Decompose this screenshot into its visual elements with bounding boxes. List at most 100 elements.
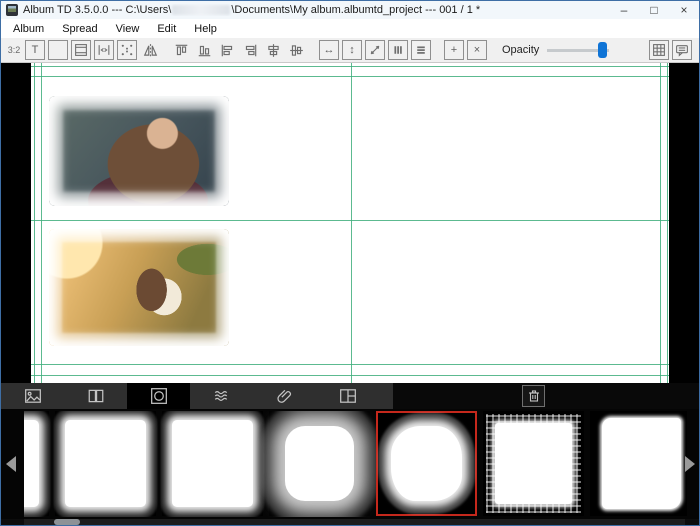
menu-edit[interactable]: Edit	[148, 21, 185, 37]
photo-blonde-smiling[interactable]	[236, 91, 641, 346]
fit-height-button[interactable]: ↕	[342, 40, 362, 60]
add-item-button[interactable]: +	[444, 40, 464, 60]
photo-portrait-brunette[interactable]	[49, 96, 229, 206]
vertical-bars-icon	[391, 43, 405, 57]
tab-spreads[interactable]	[64, 383, 127, 409]
menu-view[interactable]: View	[107, 21, 149, 37]
aspect-ratio-button[interactable]: 3:2	[5, 45, 23, 55]
guide-horizontal-top-outer	[31, 66, 669, 67]
mask-thumbnail-6[interactable]	[483, 411, 584, 516]
horizontal-bars-icon	[414, 43, 428, 57]
app-icon	[6, 4, 18, 16]
fit-width-button[interactable]: ↔	[319, 40, 339, 60]
comment-icon	[675, 43, 689, 57]
menu-spread[interactable]: Spread	[53, 21, 106, 37]
comments-button[interactable]	[672, 40, 692, 60]
cross-icon: ×	[474, 44, 480, 56]
resize-diagonal-icon	[368, 43, 382, 57]
strip-scrollbar-thumb[interactable]	[54, 519, 80, 525]
title-bar[interactable]: Album TD 3.5.0.0 --- C:\Users\ \Documents…	[1, 1, 699, 19]
grid-view-button[interactable]	[649, 40, 669, 60]
remove-item-button[interactable]: ×	[467, 40, 487, 60]
fit-height-glyph: ↕	[349, 44, 355, 56]
delete-mask-button[interactable]	[522, 385, 545, 407]
empty-frame-button[interactable]	[48, 40, 68, 60]
mask-thumbnail-5-selected[interactable]	[376, 411, 477, 516]
window-title: Album TD 3.5.0.0 --- C:\Users\ \Documents…	[23, 4, 609, 16]
fit-width-glyph: ↔	[324, 44, 335, 56]
flip-horizontal-button[interactable]	[140, 40, 160, 60]
opacity-slider-thumb[interactable]	[598, 42, 607, 58]
align-left-button[interactable]	[217, 40, 237, 60]
scroll-right-arrow[interactable]	[685, 456, 695, 472]
mask-thumbnail-1[interactable]	[24, 411, 49, 516]
mask-thumbnail-4[interactable]	[269, 411, 370, 516]
mask-preview	[172, 420, 253, 507]
margins-icon	[74, 43, 88, 57]
mask-preview	[285, 426, 354, 501]
vertical-bars-button[interactable]	[388, 40, 408, 60]
align-right-button[interactable]	[240, 40, 260, 60]
horizontal-bars-button[interactable]	[411, 40, 431, 60]
center-vertical-icon	[289, 43, 304, 58]
minimize-button[interactable]: –	[609, 1, 639, 19]
horizontal-spacing-icon	[97, 43, 111, 57]
photo1-grunge-edge	[49, 96, 229, 206]
page-margins-button[interactable]	[71, 40, 91, 60]
align-right-icon	[243, 43, 258, 58]
mask-preview	[65, 420, 146, 507]
center-horizontal-button[interactable]	[263, 40, 283, 60]
resource-panel-tabbar	[1, 383, 699, 409]
tab-textures[interactable]	[190, 383, 253, 409]
grid-icon	[652, 43, 666, 57]
align-bottom-button[interactable]	[194, 40, 214, 60]
texture-waves-icon	[213, 387, 231, 405]
album-page[interactable]	[31, 63, 669, 383]
distribute-button[interactable]	[117, 40, 137, 60]
guide-horizontal-bottom-outer	[31, 375, 669, 376]
photo2-grunge-edge	[49, 229, 229, 346]
photo-girl-in-meadow[interactable]	[49, 229, 229, 346]
strip-scrollbar-track[interactable]	[24, 519, 685, 525]
strip-scrollbar[interactable]	[1, 519, 699, 525]
resize-diagonal-button[interactable]	[365, 40, 385, 60]
menu-bar: Album Spread View Edit Help	[1, 19, 699, 38]
menu-help[interactable]: Help	[185, 21, 226, 37]
tab-layouts[interactable]	[316, 383, 379, 409]
maximize-button[interactable]: □	[639, 1, 669, 19]
scroll-left-arrow[interactable]	[6, 456, 16, 472]
guide-horizontal-top-margin	[31, 76, 669, 77]
title-prefix: Album TD 3.5.0.0 --- C:\Users\	[23, 4, 171, 16]
guide-horizontal-bottom-margin	[31, 364, 669, 365]
text-tool-glyph: T	[32, 44, 39, 56]
guide-vertical-center	[351, 63, 352, 383]
app-window: Album TD 3.5.0.0 --- C:\Users\ \Documents…	[0, 0, 700, 526]
guide-vertical-left-outer	[34, 63, 35, 383]
align-bottom-icon	[197, 43, 212, 58]
title-suffix: \Documents\My album.albumtd_project --- …	[231, 4, 480, 16]
spread-canvas[interactable]	[1, 63, 699, 383]
photo3-grunge-edge	[236, 91, 641, 346]
guide-vertical-left-margin	[41, 63, 42, 383]
tab-photos[interactable]	[1, 383, 64, 409]
center-vertical-button[interactable]	[286, 40, 306, 60]
mask-preview	[495, 423, 572, 504]
mask-thumbnail-7[interactable]	[590, 411, 687, 516]
menu-album[interactable]: Album	[4, 21, 53, 37]
opacity-slider[interactable]	[547, 41, 609, 59]
close-button[interactable]: ×	[669, 1, 699, 19]
layout-icon	[339, 387, 357, 405]
align-top-button[interactable]	[171, 40, 191, 60]
guide-vertical-right-outer	[667, 63, 668, 383]
tab-masks[interactable]	[127, 383, 190, 409]
guide-horizontal-center	[31, 220, 669, 221]
horizontal-spacing-button[interactable]	[94, 40, 114, 60]
align-top-icon	[174, 43, 189, 58]
mask-thumbnail-strip	[1, 409, 699, 519]
tab-cliparts[interactable]	[253, 383, 316, 409]
opacity-label: Opacity	[502, 44, 539, 56]
resource-tabs	[1, 383, 393, 409]
mask-thumbnail-2[interactable]	[55, 411, 156, 516]
mask-thumbnail-3[interactable]	[162, 411, 263, 516]
text-tool-button[interactable]: T	[25, 40, 45, 60]
